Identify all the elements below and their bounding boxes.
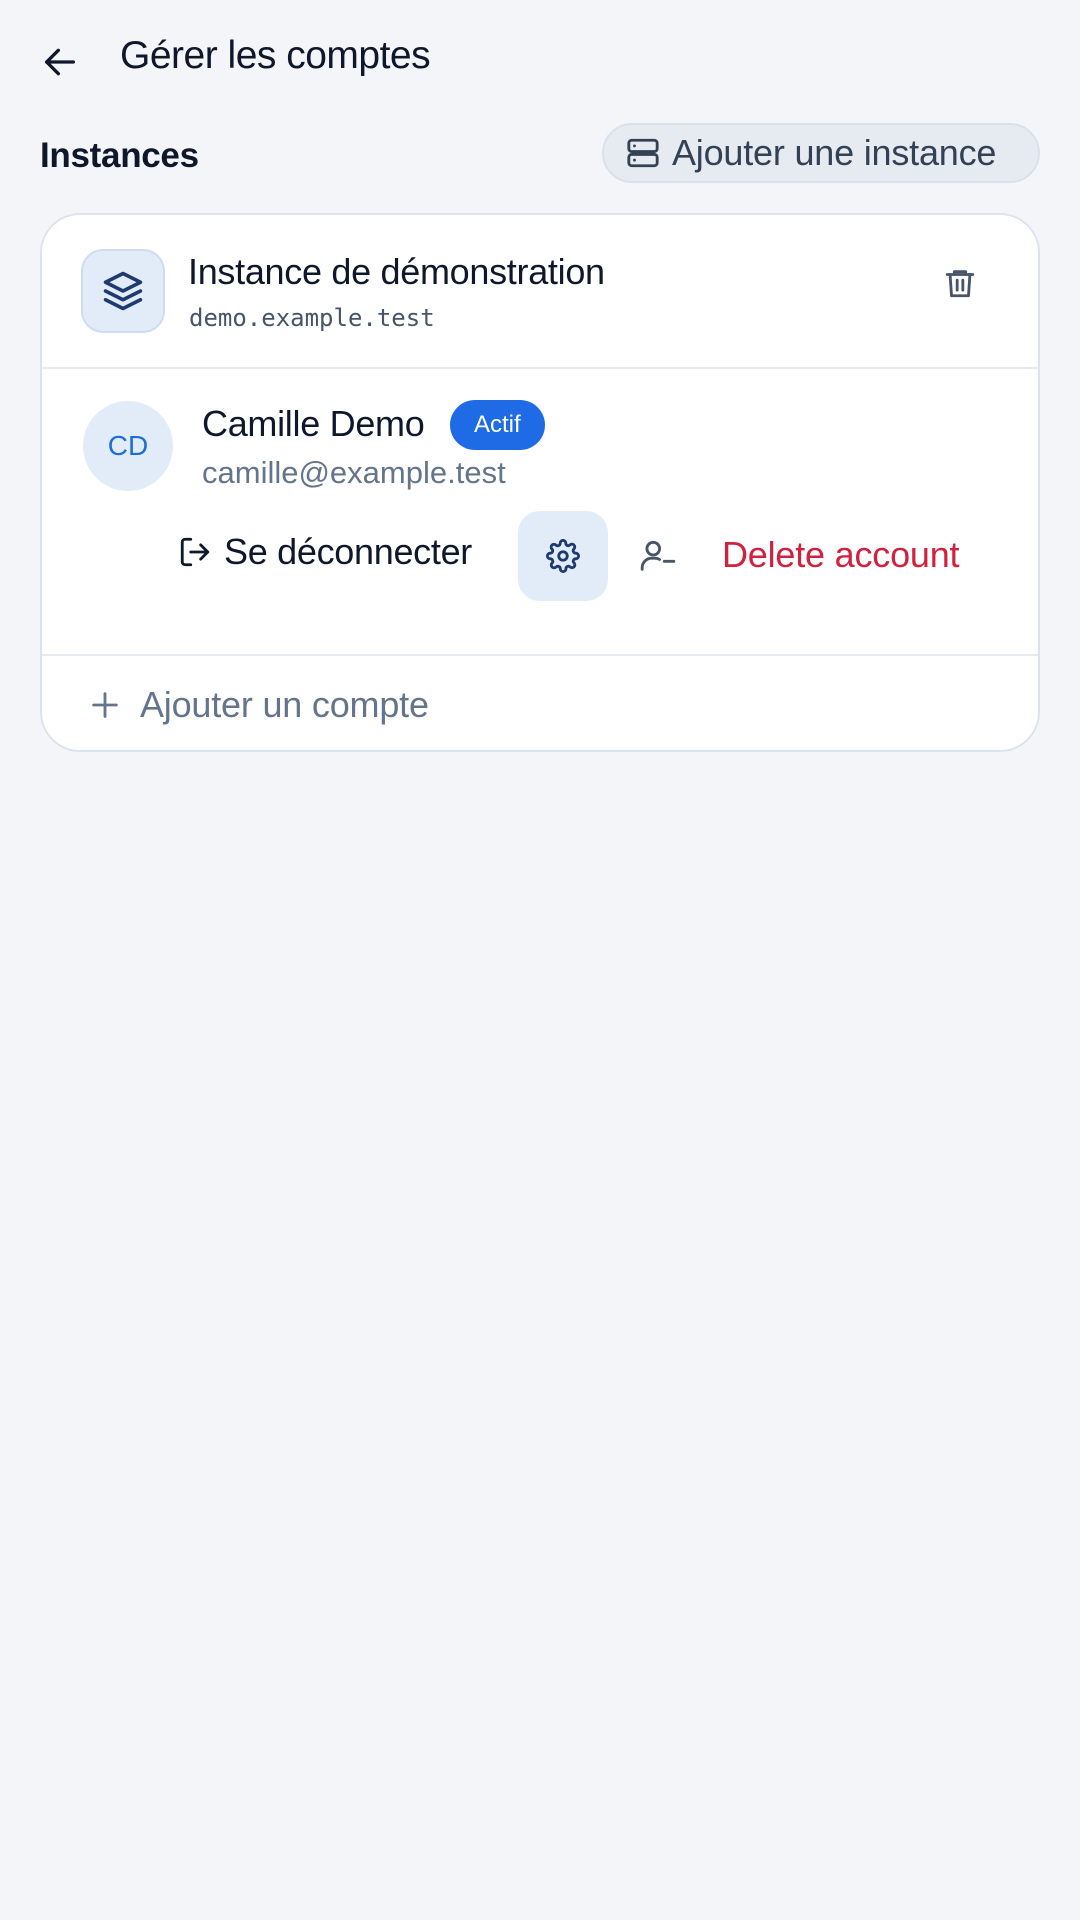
back-button[interactable]	[28, 30, 92, 94]
instance-url: demo.example.test	[189, 304, 435, 332]
plus-icon	[92, 692, 118, 718]
remove-account-button[interactable]	[630, 527, 686, 583]
instance-icon-tile	[81, 249, 165, 333]
manage-accounts-screen: Gérer les comptes Instances Ajouter une …	[0, 0, 1080, 1920]
logout-icon	[180, 537, 210, 567]
add-instance-button[interactable]: Ajouter une instance	[602, 123, 1040, 183]
user-minus-icon	[640, 540, 676, 571]
layers-icon	[103, 271, 143, 311]
account-settings-button[interactable]	[518, 511, 608, 601]
add-account-label: Ajouter un compte	[140, 684, 429, 725]
instance-name: Instance de démonstration	[188, 251, 605, 292]
app-bar: Gérer les comptes	[0, 0, 1080, 116]
add-account-button[interactable]: Ajouter un compte	[42, 656, 1038, 750]
section-title: Instances	[40, 136, 199, 175]
delete-instance-button[interactable]	[934, 257, 986, 309]
logout-button[interactable]: Se déconnecter	[178, 519, 472, 585]
trash-icon	[945, 270, 975, 298]
delete-account-button[interactable]: Delete account	[722, 527, 960, 583]
add-instance-label: Ajouter une instance	[672, 132, 997, 173]
arrow-left-icon	[45, 48, 76, 76]
instance-row: Instance de démonstration demo.example.t…	[42, 215, 1038, 367]
account-actions: Se déconnecter Delete account	[42, 369, 1038, 654]
page-title: Gérer les comptes	[120, 34, 431, 77]
logout-label: Se déconnecter	[224, 531, 472, 572]
server-icon	[627, 138, 659, 168]
gear-icon	[546, 539, 580, 573]
account-item: CD Camille Demo Actif camille@example.te…	[42, 369, 1038, 654]
instance-card: Instance de démonstration demo.example.t…	[40, 213, 1040, 752]
